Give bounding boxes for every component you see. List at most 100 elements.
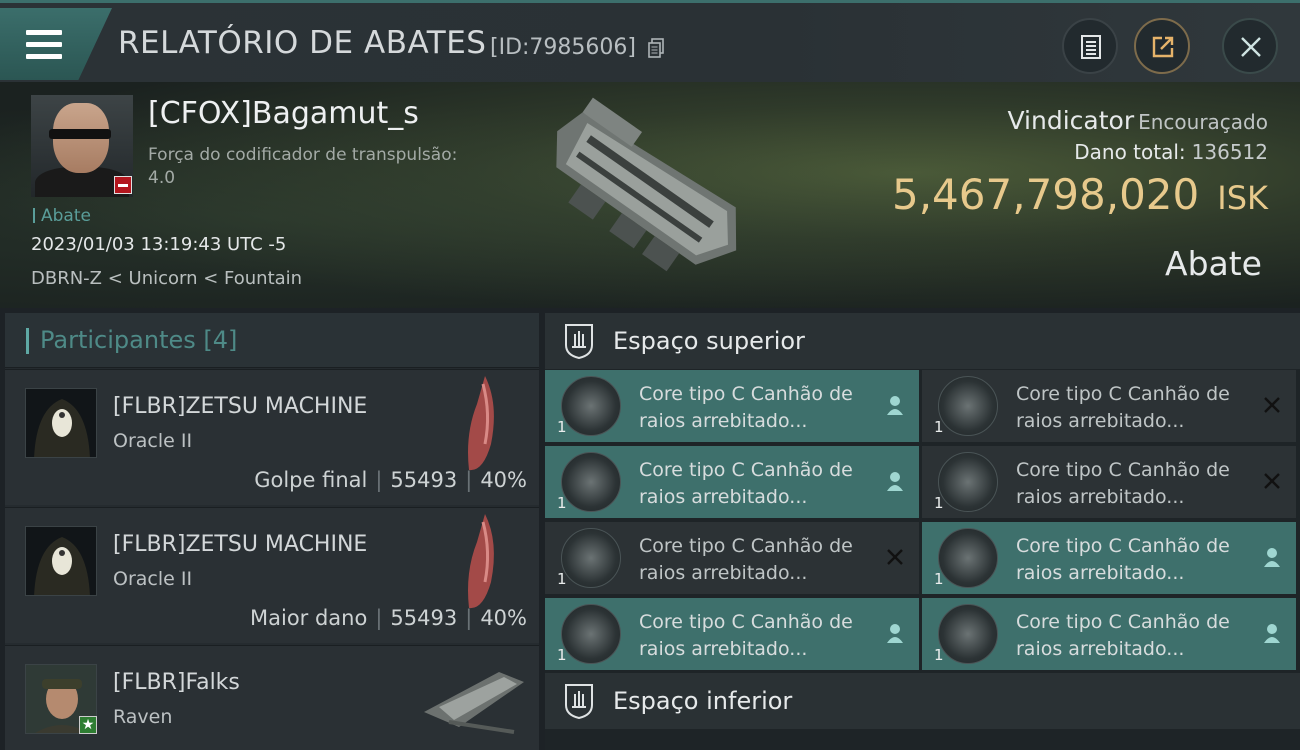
- participant-row[interactable]: [FLBR]ZETSU MACHINE Oracle II Maior dano…: [5, 507, 539, 643]
- participants-count: [4]: [203, 326, 238, 354]
- victim-ship-line: Vindicator Encouraçado: [1008, 106, 1269, 135]
- module-item[interactable]: 1 Core tipo C Canhão de raios arrebitado.…: [545, 598, 919, 670]
- participant-name: [FLBR]ZETSU MACHINE: [113, 532, 368, 557]
- hamburger-icon: [26, 30, 62, 60]
- participant-avatar[interactable]: [25, 526, 97, 596]
- high-slot-icon: [565, 324, 593, 359]
- participant-ship: Oracle II: [113, 568, 193, 590]
- close-button[interactable]: [1222, 18, 1278, 74]
- victim-summary: [CFOX]Bagamut_s Força do codificador de …: [0, 82, 1300, 308]
- total-damage-value: 136512: [1191, 140, 1268, 164]
- dropped-person-icon: [1264, 624, 1280, 643]
- participants-panel: Participantes [4] [FLBR]ZETSU MACHINE Or…: [5, 313, 539, 750]
- low-slots-title: Espaço inferior: [613, 687, 793, 715]
- victim-ship-class: Encouraçado: [1138, 110, 1268, 134]
- copy-icon[interactable]: [648, 38, 665, 58]
- fitting-panel: Espaço superior 1 Core tipo C Canhão de r…: [545, 313, 1300, 750]
- isk-value: 5,467,798,020 ISK: [892, 170, 1268, 219]
- module-icon: [938, 376, 998, 436]
- report-id: [ID:7985606]: [490, 35, 636, 60]
- participant-ship-image: [468, 514, 494, 609]
- module-icon: [938, 528, 998, 588]
- module-quantity: 1: [934, 570, 944, 588]
- destroyed-x-icon: [887, 549, 903, 565]
- document-icon: [1081, 35, 1101, 59]
- victim-ship-name[interactable]: Vindicator: [1008, 106, 1135, 135]
- menu-button[interactable]: [0, 8, 112, 80]
- fleet-star-icon: ★: [79, 716, 97, 734]
- module-icon: [938, 452, 998, 512]
- dropped-person-icon: [887, 624, 903, 643]
- module-name: Core tipo C Canhão de raios arrebitado...: [1016, 535, 1230, 584]
- close-icon: [1241, 37, 1261, 57]
- participant-stats: Golpe final | 55493 | 40%: [254, 468, 527, 492]
- module-item[interactable]: 1 Core tipo C Canhão de raios arrebitado.…: [922, 598, 1296, 670]
- module-item[interactable]: 1 Core tipo C Canhão de raios arrebitado.…: [545, 522, 919, 594]
- module-quantity: 1: [934, 646, 944, 664]
- isk-unit: ISK: [1217, 179, 1268, 217]
- high-slots-header: Espaço superior: [545, 313, 1300, 369]
- share-button[interactable]: [1134, 18, 1190, 74]
- victim-pilot-name[interactable]: [CFOX]Bagamut_s: [148, 96, 419, 131]
- participant-percent: 40%: [480, 468, 527, 492]
- kill-tag: Abate: [33, 206, 91, 226]
- participant-damage: 55493: [390, 606, 458, 630]
- module-quantity: 1: [557, 646, 567, 664]
- participant-name: [FLBR]ZETSU MACHINE: [113, 394, 368, 419]
- module-quantity: 1: [934, 418, 944, 436]
- kill-type: Abate: [1165, 244, 1262, 283]
- module-item[interactable]: 1 Core tipo C Canhão de raios arrebitado.…: [545, 370, 919, 442]
- module-icon: [561, 376, 621, 436]
- warp-strength-label: Força do codificador de transpulsão:: [148, 145, 458, 165]
- participant-name: [FLBR]Falks: [113, 670, 240, 695]
- module-name: Core tipo C Canhão de raios arrebitado...: [639, 383, 853, 432]
- participant-role: Maior dano: [250, 606, 368, 630]
- top-bar: RELATÓRIO DE ABATES [ID:7985606]: [0, 0, 1300, 82]
- module-quantity: 1: [557, 418, 567, 436]
- module-item[interactable]: 1 Core tipo C Canhão de raios arrebitado.…: [922, 370, 1296, 442]
- victim-ship-image[interactable]: [528, 92, 760, 292]
- participant-ship: Raven: [113, 706, 173, 728]
- participants-header: Participantes [4]: [5, 313, 539, 368]
- participant-percent: 40%: [480, 606, 527, 630]
- total-damage: Dano total: 136512: [1074, 140, 1268, 164]
- module-icon: [561, 528, 621, 588]
- module-name: Core tipo C Canhão de raios arrebitado...: [639, 611, 853, 660]
- module-item[interactable]: 1 Core tipo C Canhão de raios arrebitado.…: [545, 446, 919, 518]
- dropped-person-icon: [887, 396, 903, 415]
- module-quantity: 1: [557, 494, 567, 512]
- destroyed-x-icon: [1264, 397, 1280, 413]
- hostile-standing-badge: [114, 176, 132, 194]
- participant-row[interactable]: [FLBR]ZETSU MACHINE Oracle II Golpe fina…: [5, 369, 539, 505]
- participants-title: Participantes: [40, 326, 196, 354]
- module-icon: [938, 604, 998, 664]
- participant-ship-image: [468, 376, 494, 471]
- module-quantity: 1: [557, 570, 567, 588]
- kill-datetime: 2023/01/03 13:19:43 UTC -5: [31, 234, 287, 255]
- participant-row[interactable]: ★ [FLBR]Falks Raven: [5, 645, 539, 750]
- module-name: Core tipo C Canhão de raios arrebitado...: [639, 535, 853, 584]
- warp-strength-value: 4.0: [148, 168, 176, 188]
- participant-role: Golpe final: [254, 468, 368, 492]
- low-slot-icon: [565, 684, 593, 719]
- module-quantity: 1: [934, 494, 944, 512]
- high-slots-title: Espaço superior: [613, 327, 805, 355]
- module-name: Core tipo C Canhão de raios arrebitado...: [1016, 611, 1230, 660]
- module-icon: [561, 452, 621, 512]
- kill-location[interactable]: DBRN-Z < Unicorn < Fountain: [31, 268, 302, 289]
- total-damage-label: Dano total:: [1074, 140, 1186, 164]
- isk-amount: 5,467,798,020: [891, 170, 1200, 219]
- page-title: RELATÓRIO DE ABATES: [118, 25, 487, 61]
- participant-ship: Oracle II: [113, 430, 193, 452]
- participant-stats: Maior dano | 55493 | 40%: [250, 606, 527, 630]
- module-name: Core tipo C Canhão de raios arrebitado...: [1016, 383, 1230, 432]
- module-name: Core tipo C Canhão de raios arrebitado...: [639, 459, 853, 508]
- dropped-person-icon: [887, 472, 903, 491]
- report-button[interactable]: [1062, 18, 1118, 74]
- module-item[interactable]: 1 Core tipo C Canhão de raios arrebitado.…: [922, 446, 1296, 518]
- participant-avatar[interactable]: [25, 388, 97, 458]
- module-icon: [561, 604, 621, 664]
- module-name: Core tipo C Canhão de raios arrebitado...: [1016, 459, 1230, 508]
- dropped-person-icon: [1264, 548, 1280, 567]
- module-item[interactable]: 1 Core tipo C Canhão de raios arrebitado.…: [922, 522, 1296, 594]
